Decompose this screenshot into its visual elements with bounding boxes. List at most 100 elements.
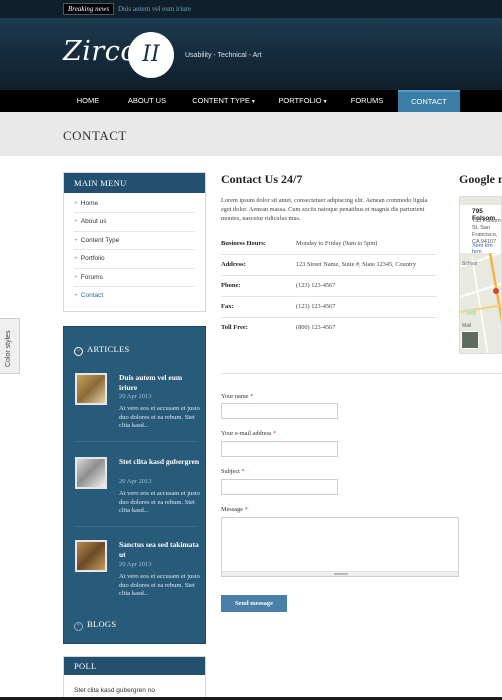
map-label-school: School	[462, 261, 478, 267]
label-text: Message	[221, 506, 244, 513]
email-label: Your e-mail address *	[221, 430, 276, 437]
article-excerpt: At vero eos et accusam et justo duo dolo…	[119, 490, 200, 515]
menu-item-label: Forums	[80, 273, 103, 281]
poll-question: Stet clita kasd gubergren no	[74, 687, 155, 694]
info-label: Business Hours:	[221, 240, 266, 247]
poll-title: POLL	[64, 657, 205, 675]
section-divider	[221, 373, 502, 374]
breaking-news-tag: Breaking news	[63, 3, 115, 15]
send-message-button[interactable]: Send message	[221, 595, 287, 612]
info-label: Toll Free:	[221, 324, 248, 331]
menu-item-label: Content Type	[80, 236, 120, 244]
expand-icon: +	[74, 622, 83, 631]
label-text: Your e-mail address	[221, 430, 272, 437]
main-nav: HOME ABOUT US CONTENT TYPE▼ PORTFOLIO▼ F…	[0, 90, 502, 112]
menu-item-portfolio[interactable]: + Portfolio	[74, 250, 195, 269]
info-value: Monday to Friday (9am to 5pm)	[296, 240, 378, 247]
blogs-title: BLOGS	[87, 619, 117, 629]
article-date: 20 Apr 2013	[119, 478, 152, 485]
required-mark: *	[273, 430, 277, 437]
article-thumbnail[interactable]	[75, 457, 107, 489]
nav-item-contact[interactable]: CONTACT	[398, 90, 460, 112]
message-label: Message *	[221, 506, 248, 513]
article-thumbnail[interactable]	[75, 540, 107, 572]
bullet-icon: +	[74, 291, 78, 299]
nav-item-home[interactable]: HOME	[63, 90, 113, 112]
menu-item-about-us[interactable]: + About us	[74, 213, 195, 232]
menu-item-home[interactable]: + Home	[74, 195, 195, 214]
menu-item-label: Contact	[80, 291, 104, 299]
article-divider	[75, 441, 197, 442]
info-value: (123) 123-4567	[296, 282, 336, 289]
nav-label: FORUMS	[350, 96, 384, 105]
top-bar: Breaking news Duis autem vel eum iriure	[0, 0, 502, 18]
nav-item-forums[interactable]: FORUMS	[340, 90, 394, 112]
articles-box: − ARTICLES Duis autem vel eum iriure 20 A…	[63, 326, 206, 644]
nav-label: ABOUT US	[127, 96, 167, 105]
nav-label: CONTENT TYPE	[192, 96, 250, 105]
name-label: Your name *	[221, 393, 253, 400]
caret-down-icon: ▼	[250, 99, 256, 105]
nav-label: PORTFOLIO	[278, 96, 322, 105]
info-row-toll-free: Toll Free: (800) 123-4567	[221, 318, 437, 339]
nav-label: HOME	[76, 96, 100, 105]
required-mark: *	[244, 506, 248, 513]
map-larger-link[interactable]: Xem lớn hơn	[472, 243, 501, 255]
article-date: 20 Apr 2013	[119, 393, 152, 400]
menu-item-content-type[interactable]: + Content Type	[74, 232, 195, 251]
name-field[interactable]	[221, 403, 338, 419]
nav-item-content-type[interactable]: CONTENT TYPE▼	[186, 90, 262, 112]
breaking-news-link[interactable]: Duis autem vel eum iriure	[118, 4, 191, 14]
page-title-band: CONTACT	[0, 112, 502, 156]
menu-item-forums[interactable]: + Forums	[74, 269, 195, 287]
nav-label: CONTACT	[411, 97, 447, 106]
site-tagline: Usability - Technical - Art	[185, 52, 262, 59]
article-title[interactable]: Stet clita kasd gubergren	[119, 457, 201, 467]
articles-title: ARTICLES	[87, 344, 130, 354]
article-title[interactable]: Duis autem vel eum iriure	[119, 373, 201, 393]
article-thumbnail[interactable]	[75, 373, 107, 405]
menu-item-label: Portfolio	[80, 255, 105, 263]
article-excerpt: At vero eos et accusam et justo duo dolo…	[119, 573, 200, 598]
resize-grip[interactable]	[222, 571, 458, 576]
nav-item-about-us[interactable]: ABOUT US	[118, 90, 176, 112]
info-label: Fax:	[221, 303, 234, 310]
page-title: CONTACT	[63, 128, 127, 143]
map-title: Google map	[459, 172, 502, 186]
subject-label: Subject *	[221, 468, 245, 475]
color-styles-label: Color styles	[5, 330, 12, 367]
info-value: (800) 123-4567	[296, 324, 336, 331]
info-row-hours: Business Hours: Monday to Friday (9am to…	[221, 234, 437, 255]
satellite-toggle[interactable]	[461, 331, 479, 349]
nav-item-portfolio[interactable]: PORTFOLIO▼	[270, 90, 336, 112]
label-text: Subject	[221, 468, 240, 475]
article-title[interactable]: Sanctus sea sed takimata ut	[119, 540, 201, 560]
articles-header[interactable]: − ARTICLES	[74, 344, 130, 356]
logo-badge[interactable]: II	[128, 32, 174, 78]
site-header: Zircon II Usability - Technical - Art	[0, 18, 502, 90]
email-field[interactable]	[221, 441, 338, 457]
bullet-icon: +	[74, 200, 78, 207]
message-textarea[interactable]	[221, 517, 459, 577]
required-mark: *	[250, 393, 254, 400]
info-row-fax: Fax: (123) 123-4567	[221, 297, 437, 318]
map-info-card: 795 Folsom 795 Folsom St, San Francisco,…	[460, 205, 501, 255]
color-styles-tab[interactable]: Color styles	[0, 318, 20, 374]
menu-item-contact[interactable]: + Contact	[74, 287, 195, 305]
main-menu-list: + Home + About us + Content Type + Portfolio…	[64, 193, 205, 305]
blogs-header[interactable]: + BLOGS	[74, 619, 116, 631]
article-divider	[75, 526, 197, 527]
subject-field[interactable]	[221, 479, 338, 495]
bullet-icon: +	[74, 236, 78, 244]
contact-heading: Contact Us 24/7	[221, 172, 303, 186]
main-menu-title: MAIN MENU	[64, 173, 205, 193]
menu-item-label: About us	[80, 218, 107, 226]
poll-box: POLL Stet clita kasd gubergren no	[63, 656, 206, 700]
menu-item-label: Home	[80, 200, 99, 207]
google-map[interactable]: 795 Folsom 795 Folsom St, San Francisco,…	[459, 196, 502, 354]
bullet-icon: +	[74, 255, 78, 263]
info-row-phone: Phone: (123) 123-4567	[221, 276, 437, 297]
article-excerpt: At vero eos et accusam et justo duo dolo…	[119, 405, 200, 430]
info-row-address: Address: 123 Street Name, Suite #, State…	[221, 255, 437, 276]
info-value: (123) 123-4567	[296, 303, 336, 310]
